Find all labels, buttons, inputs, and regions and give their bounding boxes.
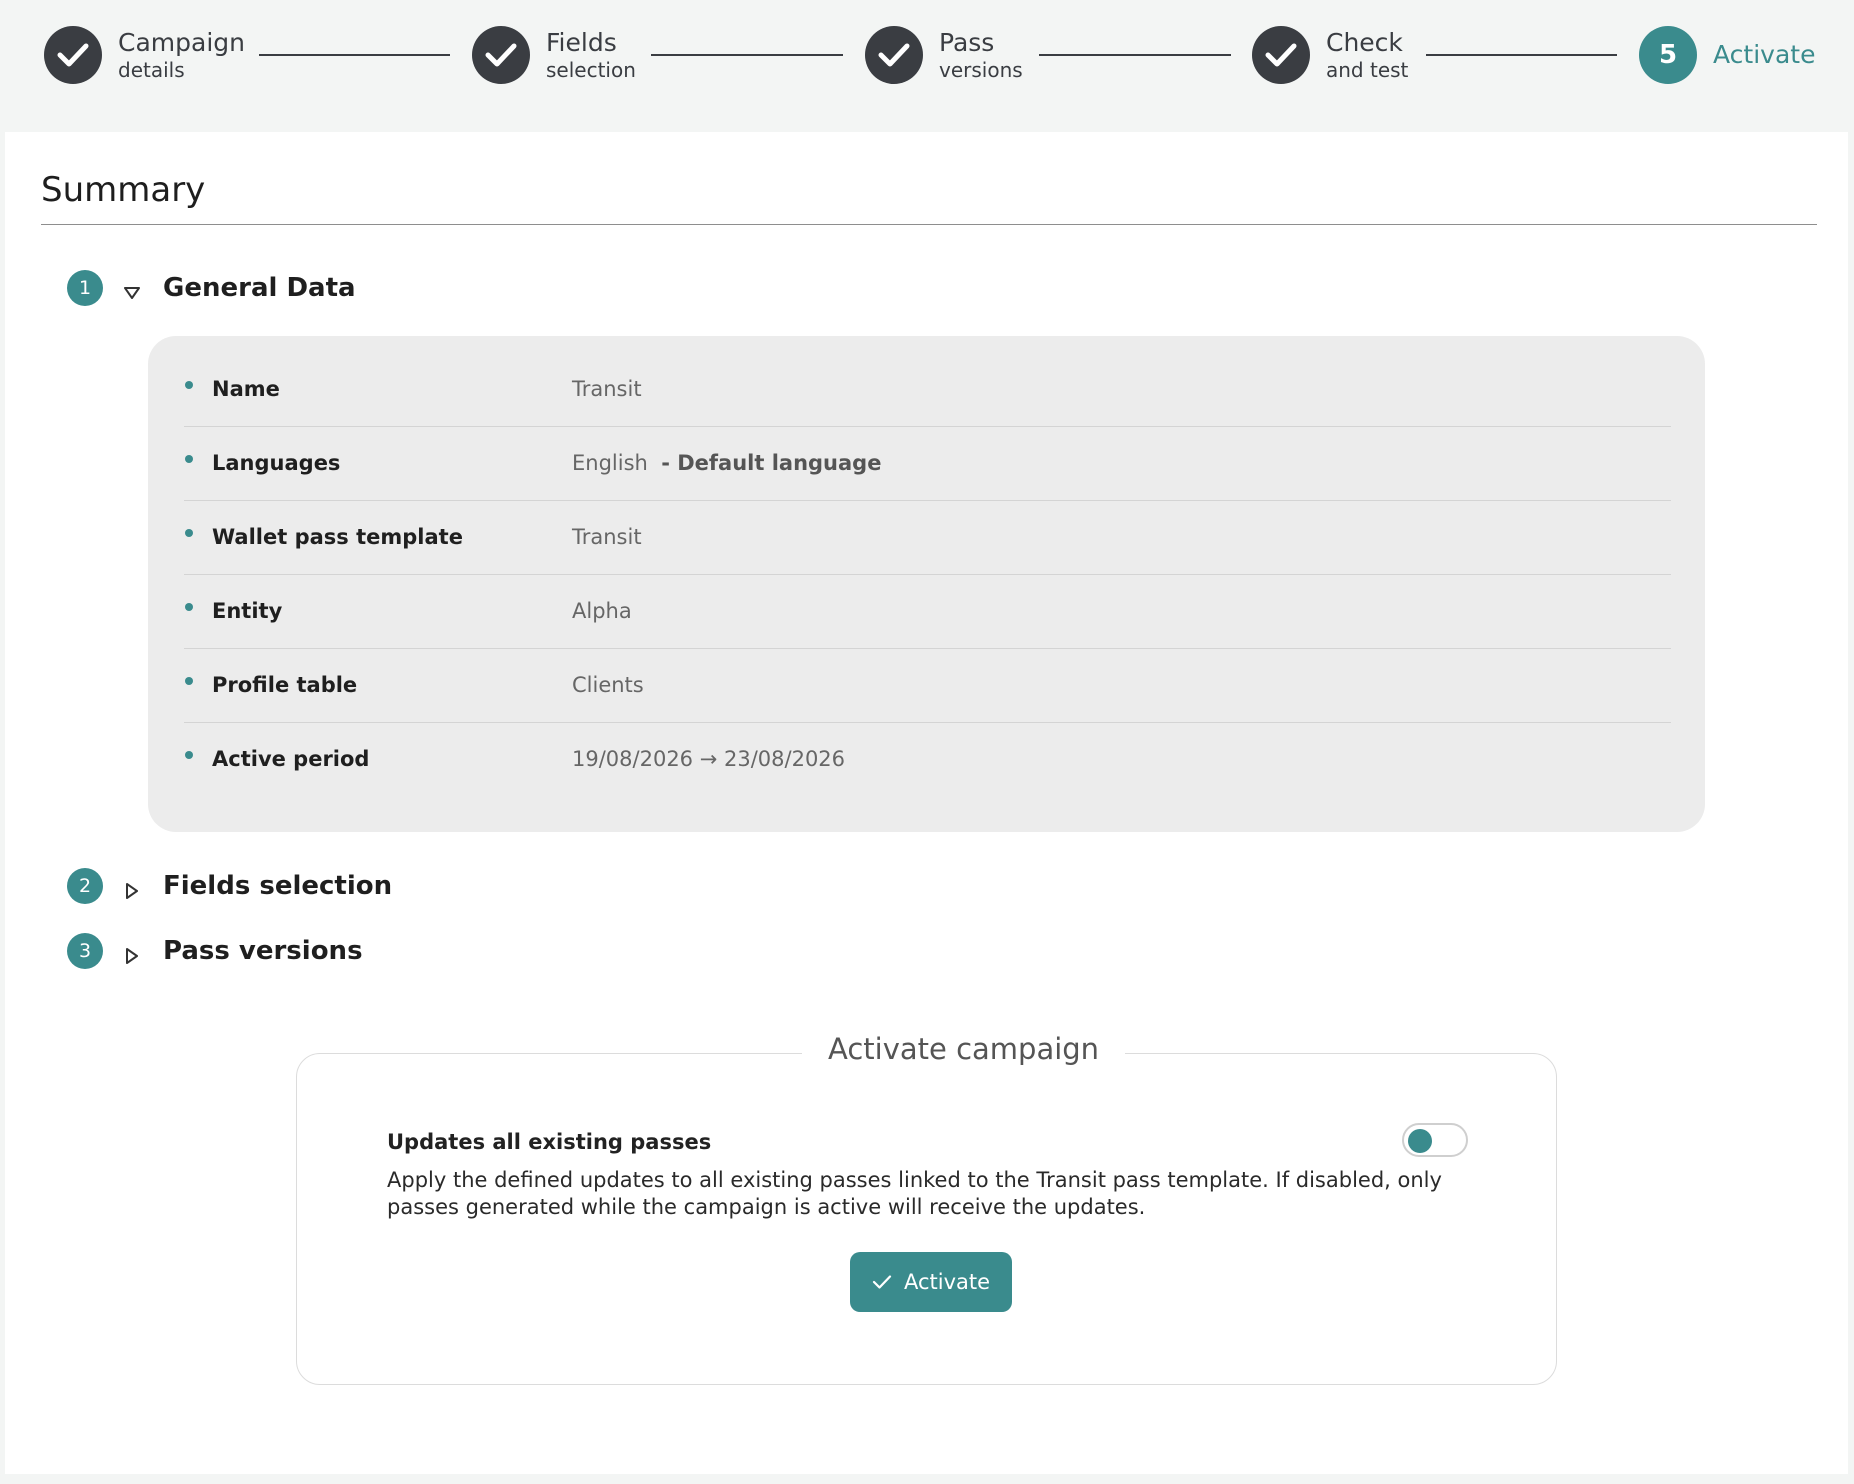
activate-campaign-panel: Activate campaign Updates all existing p… [296, 1032, 1557, 1385]
step-number-badge: 5 [1639, 26, 1697, 84]
field-label: Wallet pass template [212, 525, 463, 549]
toggle-knob [1408, 1129, 1432, 1153]
check-icon [1252, 26, 1310, 84]
step-check-and-test[interactable]: Check and test [1252, 26, 1408, 84]
check-icon [865, 26, 923, 84]
step-activate[interactable]: 5 Activate [1639, 26, 1815, 84]
list-item: Wallet pass template Transit [184, 500, 1671, 575]
check-icon [872, 1274, 892, 1290]
list-item: Profile table Clients [184, 648, 1671, 723]
field-label: Languages [212, 451, 341, 475]
step-connector [259, 54, 450, 56]
list-item: Languages English - Default language [184, 426, 1671, 501]
option-description: Apply the defined updates to all existin… [387, 1168, 1442, 1219]
panel-legend: Activate campaign [802, 1032, 1126, 1066]
progress-stepper: Campaign details Fields selection Pass v… [0, 0, 1854, 132]
section-title: General Data [163, 273, 356, 303]
field-value: Transit [572, 525, 642, 549]
field-label: Profile table [212, 673, 358, 697]
section-number-badge: 3 [67, 933, 103, 969]
bullet-icon [185, 751, 193, 759]
section-title: Pass versions [163, 936, 363, 966]
bullet-icon [185, 603, 193, 611]
step-title: Pass [939, 28, 995, 58]
summary-card: Summary 1 General Data Name Transit Lang… [5, 132, 1848, 1474]
step-subtitle: selection [546, 57, 636, 82]
section-general-data[interactable]: 1 General Data [67, 270, 356, 306]
activate-button-label: Activate [903, 1270, 991, 1294]
list-item: Active period 19/08/2026 → 23/08/2026 [184, 722, 1671, 796]
bullet-icon [185, 455, 193, 463]
caret-right-icon [121, 945, 143, 967]
step-campaign-details[interactable]: Campaign details [44, 26, 245, 84]
bullet-icon [185, 529, 193, 537]
list-item: Entity Alpha [184, 574, 1671, 649]
step-title: Campaign [118, 28, 245, 58]
list-item: Name Transit [184, 352, 1671, 427]
caret-down-icon [121, 282, 143, 304]
step-subtitle: versions [939, 57, 1023, 82]
field-label: Name [212, 377, 280, 401]
field-value: English - Default language [572, 451, 881, 475]
step-subtitle: and test [1326, 57, 1409, 82]
field-label: Entity [212, 599, 283, 623]
step-fields-selection[interactable]: Fields selection [472, 26, 636, 84]
field-label: Active period [212, 747, 370, 771]
step-connector [1426, 54, 1617, 56]
page-title: Summary [41, 170, 206, 210]
field-value: Transit [572, 377, 642, 401]
field-value: Clients [572, 673, 644, 697]
step-title: Check [1326, 28, 1403, 58]
update-existing-passes-toggle[interactable] [1402, 1123, 1468, 1157]
check-icon [44, 26, 102, 84]
section-pass-versions[interactable]: 3 Pass versions [67, 933, 363, 969]
activate-button[interactable]: Activate [850, 1252, 1012, 1312]
step-title: Fields [546, 28, 617, 58]
step-subtitle: details [118, 57, 185, 82]
bullet-icon [185, 677, 193, 685]
option-title: Updates all existing passes [387, 1130, 712, 1154]
section-fields-selection[interactable]: 2 Fields selection [67, 868, 392, 904]
section-title: Fields selection [163, 871, 393, 901]
default-language-note: - Default language [661, 451, 882, 475]
general-data-panel: Name Transit Languages English - Default… [148, 336, 1705, 832]
field-value: 19/08/2026 → 23/08/2026 [572, 747, 846, 771]
section-number-badge: 1 [67, 270, 103, 306]
section-number-badge: 2 [67, 868, 103, 904]
caret-right-icon [121, 880, 143, 902]
field-value: Alpha [572, 599, 632, 623]
divider [41, 224, 1817, 225]
step-pass-versions[interactable]: Pass versions [865, 26, 1023, 84]
step-connector [651, 54, 843, 56]
step-title: Activate [1713, 40, 1816, 70]
check-icon [472, 26, 530, 84]
language-name: English [572, 451, 648, 475]
bullet-icon [185, 381, 193, 389]
step-connector [1039, 54, 1231, 56]
